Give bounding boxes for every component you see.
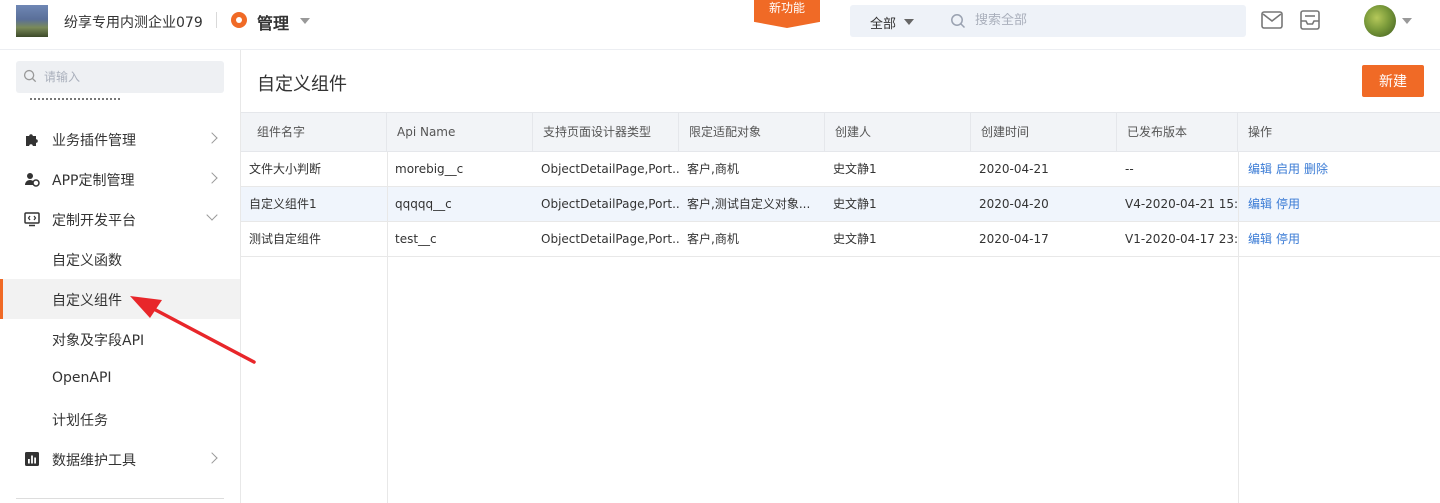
- avatar-chevron-down-icon[interactable]: [1402, 18, 1412, 24]
- target-objects: 客户,测试自定义对象...: [687, 197, 811, 211]
- sidebar-item-dev-platform[interactable]: 定制开发平台: [0, 199, 240, 239]
- delete-link[interactable]: 删除: [1304, 162, 1328, 176]
- main-content: 自定义组件 新建 组件名字 Api Name 支持页面设计器类型 限定适配对象 …: [241, 50, 1440, 503]
- column-header: 已发布版本: [1117, 113, 1238, 152]
- designer-types: ObjectDetailPage,Port...: [541, 197, 679, 211]
- enable-link[interactable]: 启用: [1276, 162, 1300, 176]
- sidebar-item-object-field-api[interactable]: 对象及字段API: [0, 319, 240, 359]
- disable-link[interactable]: 停用: [1276, 232, 1300, 246]
- sidebar-item-custom-components[interactable]: 自定义组件: [0, 279, 240, 319]
- sidebar-item-openapi[interactable]: OpenAPI: [0, 359, 240, 399]
- row-actions: 编辑 启用 删除: [1240, 152, 1440, 186]
- row-actions: 编辑 停用: [1240, 222, 1440, 256]
- creator: 史文静1: [833, 197, 877, 211]
- creator: 史文静1: [833, 232, 877, 246]
- sidebar-item-custom-functions[interactable]: 自定义函数: [0, 239, 240, 279]
- table-row[interactable]: 测试自定组件 test__c ObjectDetailPage,Port... …: [241, 222, 1440, 257]
- column-header: 限定适配对象: [679, 113, 825, 152]
- sidebar: 业务插件管理 APP定制管理 定制开发平台 自定义函数 自定义组件 对象及字段A…: [0, 50, 241, 503]
- puzzle-icon: [26, 134, 38, 146]
- published-version: --: [1125, 162, 1134, 176]
- module-title[interactable]: 管理: [257, 10, 289, 34]
- created-date: 2020-04-17: [979, 232, 1049, 246]
- table-row[interactable]: 文件大小判断 morebig__c ObjectDetailPage,Port.…: [241, 152, 1440, 187]
- sidebar-item-label: 对象及字段API: [52, 333, 145, 349]
- chevron-down-icon: [206, 209, 218, 221]
- column-divider: [387, 152, 388, 503]
- chevron-right-icon: [206, 452, 218, 464]
- scope-chevron-down-icon[interactable]: [904, 19, 914, 25]
- column-header: 创建人: [825, 113, 971, 152]
- column-header: 组件名字: [241, 113, 387, 152]
- disable-link[interactable]: 停用: [1276, 197, 1300, 211]
- sidebar-item-label: OpenAPI: [52, 370, 112, 386]
- sidebar-item-label: 自定义函数: [52, 253, 122, 269]
- published-version: V1-2020-04-17 23:56: [1125, 232, 1238, 246]
- column-header: 创建时间: [971, 113, 1117, 152]
- target-objects: 客户,商机: [687, 232, 739, 246]
- global-search: 全部: [850, 5, 1246, 37]
- chevron-right-icon: [206, 132, 218, 144]
- designer-types: ObjectDetailPage,Port...: [541, 162, 679, 176]
- table-row[interactable]: 自定义组件1 qqqqq__c ObjectDetailPage,Port...…: [241, 187, 1440, 222]
- created-date: 2020-04-21: [979, 162, 1049, 176]
- sidebar-item-data-maintenance[interactable]: 数据维护工具: [0, 439, 240, 479]
- sidebar-item-label: APP定制管理: [52, 173, 135, 189]
- column-header: 支持页面设计器类型: [533, 113, 679, 152]
- published-version: V4-2020-04-21 15:12: [1125, 197, 1238, 211]
- user-avatar[interactable]: [1364, 5, 1396, 37]
- app-settings-icon: [25, 173, 40, 187]
- module-chevron-down-icon[interactable]: [300, 18, 310, 24]
- mail-icon[interactable]: [1261, 11, 1283, 29]
- sidebar-item-app-customization[interactable]: APP定制管理: [0, 159, 240, 199]
- sidebar-item-label: 定制开发平台: [52, 213, 136, 229]
- row-actions: 编辑 停用: [1240, 187, 1440, 221]
- api-name: test__c: [395, 232, 437, 246]
- edit-link[interactable]: 编辑: [1248, 162, 1272, 176]
- admin-module-icon: [231, 12, 247, 28]
- bar-chart-icon: [25, 452, 39, 466]
- company-logo[interactable]: [16, 5, 48, 37]
- sidebar-item-label: 计划任务: [52, 413, 108, 429]
- sidebar-item-plugin-management[interactable]: 业务插件管理: [0, 119, 240, 159]
- component-name: 自定义组件1: [249, 197, 317, 211]
- search-icon: [951, 14, 966, 29]
- target-objects: 客户,商机: [687, 162, 739, 176]
- code-monitor-icon: [24, 212, 40, 227]
- sidebar-search-input[interactable]: [44, 61, 214, 93]
- chevron-right-icon: [206, 172, 218, 184]
- search-scope-select[interactable]: 全部: [870, 13, 896, 32]
- scrolled-menu-item[interactable]: [30, 96, 150, 102]
- sidebar-item-label: 业务插件管理: [52, 133, 136, 149]
- sidebar-item-label: 数据维护工具: [52, 453, 136, 469]
- designer-types: ObjectDetailPage,Port...: [541, 232, 679, 246]
- component-name: 测试自定组件: [249, 232, 322, 246]
- new-button[interactable]: 新建: [1362, 65, 1424, 97]
- table-header: 组件名字 Api Name 支持页面设计器类型 限定适配对象 创建人 创建时间 …: [241, 112, 1440, 152]
- column-header: Api Name: [387, 113, 533, 152]
- edit-link[interactable]: 编辑: [1248, 197, 1272, 211]
- page-title: 自定义组件: [257, 74, 347, 95]
- inbox-icon[interactable]: [1299, 9, 1321, 31]
- top-bar: 纷享专用内测企业079 管理 新功能 全部: [0, 0, 1440, 50]
- sidebar-item-scheduled-tasks[interactable]: 计划任务: [0, 399, 240, 439]
- sidebar-divider: [16, 498, 224, 499]
- created-date: 2020-04-20: [979, 197, 1049, 211]
- edit-link[interactable]: 编辑: [1248, 232, 1272, 246]
- components-table: 组件名字 Api Name 支持页面设计器类型 限定适配对象 创建人 创建时间 …: [241, 112, 1440, 503]
- search-icon: [23, 69, 37, 83]
- new-feature-badge[interactable]: 新功能: [754, 0, 820, 28]
- creator: 史文静1: [833, 162, 877, 176]
- global-search-input[interactable]: [975, 13, 1175, 28]
- api-name: qqqqq__c: [395, 197, 452, 211]
- header-divider: [216, 12, 217, 28]
- company-name[interactable]: 纷享专用内测企业079: [64, 12, 203, 32]
- column-divider: [1238, 152, 1239, 503]
- api-name: morebig__c: [395, 162, 464, 176]
- component-name: 文件大小判断: [249, 162, 322, 176]
- sidebar-item-label: 自定义组件: [52, 293, 122, 309]
- column-header: 操作: [1248, 125, 1273, 139]
- sidebar-search: [16, 61, 224, 93]
